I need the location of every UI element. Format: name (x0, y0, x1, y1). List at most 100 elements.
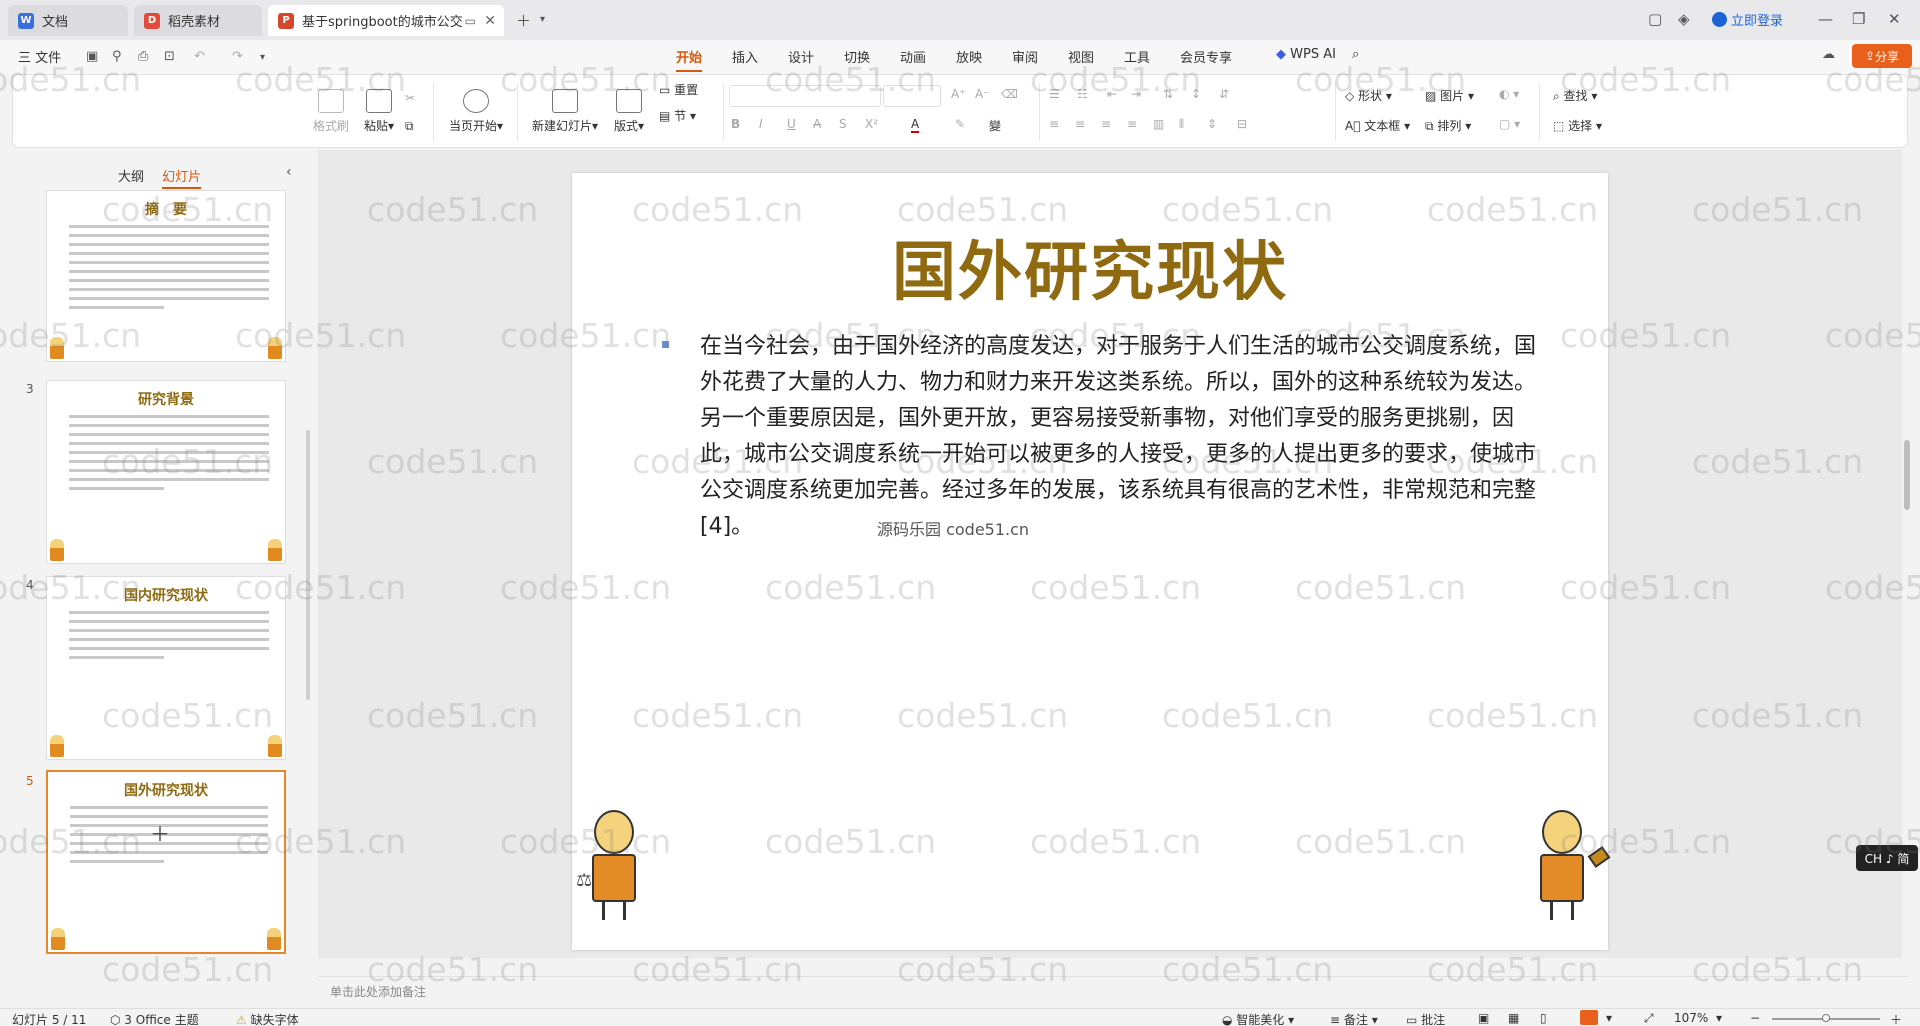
underline-icon[interactable]: U (787, 117, 796, 131)
beautify-button[interactable]: ◒ 智能美化 ▾ (1222, 1011, 1294, 1026)
window-mode-icon[interactable]: ▢ (1648, 10, 1662, 28)
undo-icon[interactable]: ↶ (194, 49, 205, 64)
cloud-sync-icon[interactable]: ☁ (1822, 47, 1835, 62)
monitor-icon[interactable]: ▭ (465, 14, 476, 28)
outline-icon[interactable]: ▢ ▾ (1499, 117, 1520, 131)
paragraph-spacing-icon[interactable]: ⇕ (1207, 117, 1217, 131)
save-icon[interactable]: ▣ (86, 49, 98, 64)
print-preview-icon[interactable]: ⊡ (164, 49, 175, 64)
copy-icon[interactable]: ⧉ (405, 119, 414, 134)
highlight-icon[interactable]: ✎ (955, 117, 965, 131)
tab-list-chevron-icon[interactable]: ▾ (540, 14, 545, 25)
font-family-combo[interactable] (729, 85, 881, 107)
slide-thumbnail[interactable]: 国内研究现状 (46, 576, 286, 760)
notes-pane[interactable]: 单击此处添加备注 (318, 976, 1908, 1006)
slide-sorter-icon[interactable]: ▦ (1508, 1011, 1519, 1025)
font-size-combo[interactable] (883, 85, 941, 107)
wps-ai-button[interactable]: ◆ WPS AI (1276, 47, 1336, 62)
tab-slides[interactable]: 幻灯片 (162, 170, 202, 189)
cut-icon[interactable]: ✂ (405, 91, 415, 105)
text-direction-icon[interactable]: ⇅ (1163, 87, 1173, 101)
decrease-indent-icon[interactable]: ⇤ (1107, 87, 1117, 101)
zoom-in-icon[interactable]: ＋ (1890, 1011, 1902, 1026)
slide-thumbnail-selected[interactable]: 国外研究现状 (46, 770, 286, 954)
font-color-icon[interactable]: A (911, 117, 920, 133)
restore-icon[interactable]: ❐ (1852, 10, 1865, 28)
share-button[interactable]: ⇪ 分享 (1852, 44, 1912, 68)
superscript-icon[interactable]: X² (865, 117, 878, 131)
missing-font-button[interactable]: ⚠ 缺失字体 (236, 1011, 299, 1026)
tab-outline[interactable]: 大纲 (118, 170, 144, 185)
menu-tab-slideshow[interactable]: 放映 (956, 47, 982, 66)
menu-tab-design[interactable]: 设计 (788, 47, 814, 66)
theme-button[interactable]: ⬡ 3 Office 主题 (110, 1011, 199, 1026)
shape-button[interactable]: ◇ 形状 ▾ (1345, 87, 1392, 104)
select-button[interactable]: ⬚ 选择 ▾ (1553, 117, 1602, 134)
slide-thumbnail[interactable]: 研究背景 (46, 380, 286, 564)
play-from-current-button[interactable]: 当页开始▾ (443, 89, 509, 134)
file-menu[interactable]: 三 文件 (18, 47, 61, 66)
section-button[interactable]: ▤ 节 ▾ (659, 107, 696, 124)
login-button[interactable]: 立即登录 (1712, 10, 1783, 29)
line-spacing-icon[interactable]: ↕ (1191, 87, 1201, 101)
menu-tab-animation[interactable]: 动画 (900, 47, 926, 66)
normal-view-icon[interactable]: ▣ (1478, 1011, 1489, 1025)
ime-indicator[interactable]: CH ♪ 简 (1856, 845, 1918, 871)
phonetic-icon[interactable]: 變 (989, 117, 1001, 134)
zoom-slider-handle[interactable] (1822, 1014, 1830, 1022)
menu-tab-review[interactable]: 审阅 (1012, 47, 1038, 66)
increase-indent-icon[interactable]: ⇥ (1131, 87, 1141, 101)
menu-tab-tools[interactable]: 工具 (1124, 47, 1150, 66)
shrink-font-icon[interactable]: A⁻ (975, 87, 990, 101)
search-icon[interactable]: ⌕ (1352, 47, 1359, 62)
align-right-icon[interactable]: ≡ (1101, 117, 1111, 131)
columns-icon[interactable]: ⫴ (1179, 117, 1184, 132)
picture-button[interactable]: ▨ 图片 ▾ (1425, 87, 1474, 104)
reading-view-icon[interactable]: ▯ (1540, 1011, 1547, 1025)
fill-icon[interactable]: ◐ ▾ (1499, 87, 1519, 101)
italic-icon[interactable]: I (759, 117, 763, 131)
menu-tab-home[interactable]: 开始 (676, 47, 703, 72)
align-left-icon[interactable]: ≡ (1049, 117, 1059, 131)
tab-docer[interactable]: D 稻壳素材 (134, 5, 262, 36)
tab-docs[interactable]: W 文档 (8, 5, 128, 36)
reset-button[interactable]: ▭ 重置 (659, 81, 698, 98)
slide-body-text[interactable]: 在当今社会，由于国外经济的高度发达，对于服务于人们生活的城市公交调度系统，国外花… (700, 329, 1556, 545)
collapse-panel-icon[interactable]: ‹ (286, 164, 292, 180)
panel-scrollbar[interactable] (306, 430, 310, 700)
close-tab-icon[interactable]: ✕ (484, 13, 496, 29)
zoom-level[interactable]: 107% (1674, 1011, 1708, 1025)
close-window-icon[interactable]: ✕ (1888, 10, 1901, 28)
slide-thumbnail[interactable]: 摘 要 (46, 190, 286, 362)
add-slide-icon[interactable]: ＋ (150, 818, 170, 847)
text-fit-icon[interactable]: ⊟ (1237, 117, 1247, 131)
find-button[interactable]: ⌕ 查找 ▾ (1553, 87, 1597, 104)
cube-icon[interactable]: ◈ (1678, 10, 1690, 28)
fit-window-icon[interactable]: ⤢ (1644, 1011, 1654, 1026)
quick-access-chevron-icon[interactable]: ▾ (260, 52, 265, 63)
bullets-icon[interactable]: ☰ (1049, 87, 1060, 101)
justify-icon[interactable]: ≡ (1127, 117, 1137, 131)
paste-button[interactable]: 粘贴▾ (357, 89, 401, 134)
format-painter-button[interactable]: 格式刷 (309, 89, 353, 134)
bold-icon[interactable]: B (731, 117, 740, 131)
textbox-button[interactable]: A⃞ 文本框 ▾ (1345, 117, 1410, 134)
shadow-text-icon[interactable]: S (839, 117, 847, 131)
tab-presentation[interactable]: P 基于springboot的城市公交 ▭ ✕ (268, 5, 504, 36)
zoom-chevron-icon[interactable]: ▾ (1716, 1011, 1722, 1025)
export-icon[interactable]: ⚲ (112, 49, 122, 64)
menu-tab-transition[interactable]: 切换 (844, 47, 870, 66)
play-options-chevron-icon[interactable]: ▾ (1606, 1011, 1612, 1025)
redo-icon[interactable]: ↷ (232, 49, 243, 64)
new-slide-button[interactable]: 新建幻灯片▾ (527, 89, 603, 134)
align-center-icon[interactable]: ≡ (1075, 117, 1085, 131)
menu-tab-member[interactable]: 会员专享 (1180, 47, 1232, 66)
sort-icon[interactable]: ⇵ (1219, 87, 1229, 101)
layout-button[interactable]: 版式▾ (609, 89, 649, 134)
play-slideshow-button[interactable] (1580, 1010, 1598, 1025)
print-icon[interactable]: ⎙ (138, 49, 148, 64)
notes-button[interactable]: ≡ 备注 ▾ (1330, 1011, 1378, 1026)
slide-title[interactable]: 国外研究现状 (572, 221, 1608, 313)
distribute-icon[interactable]: ▥ (1153, 117, 1164, 131)
menu-tab-view[interactable]: 视图 (1068, 47, 1094, 66)
